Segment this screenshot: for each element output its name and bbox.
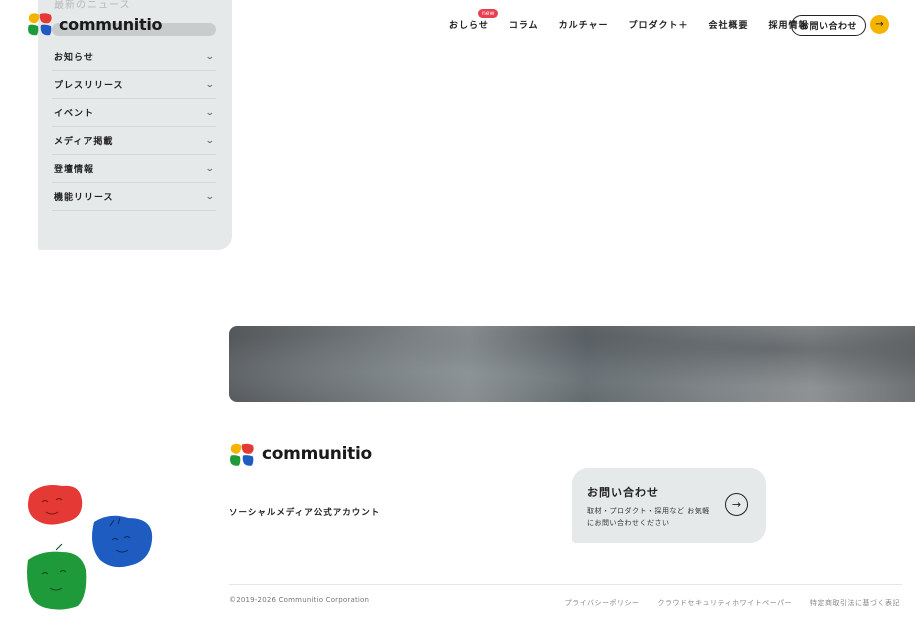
logo-mark-icon [230, 443, 254, 466]
blue-mascot-icon [92, 515, 153, 568]
social-accounts-label: ソーシャルメディア公式アカウント [229, 508, 381, 518]
sidebar-item-label: メディア掲載 [54, 137, 114, 147]
chevron-down-icon: ⌄ [205, 163, 216, 174]
footer-link-security-whitepaper[interactable]: クラウドセキュリティホワイトペーパー [657, 598, 792, 608]
contact-card[interactable]: お問い合わせ 取材・プロダクト・採用など お気軽にお問い合わせください → [572, 468, 766, 543]
sidebar-item-label: お知らせ [54, 53, 94, 63]
contact-card-description: 取材・プロダクト・採用など お気軽にお問い合わせください [587, 507, 710, 527]
sidebar-item-label: プレスリリース [54, 81, 124, 91]
arrow-right-icon[interactable]: → [870, 15, 889, 34]
hero-banner-image [229, 326, 915, 402]
sidebar-item-event[interactable]: イベント ⌄ [52, 99, 216, 127]
sidebar-item-label: 機能リリース [54, 193, 114, 203]
footer-link-commercial-law[interactable]: 特定商取引法に基づく表記 [810, 598, 900, 608]
green-mascot-icon [27, 543, 87, 610]
footer-logo[interactable]: communitio [229, 441, 372, 467]
footer-links: プライバシーポリシー クラウドセキュリティホワイトペーパー 特定商取引法に基づく… [547, 598, 900, 608]
sidebar-menu: お知らせ ⌄ プレスリリース ⌄ イベント ⌄ メディア掲載 ⌄ 登壇情報 ⌄ … [52, 43, 216, 211]
nav-oshirase[interactable]: おしらせ new [449, 9, 499, 31]
sidebar-item-feature-release[interactable]: 機能リリース ⌄ [52, 183, 216, 211]
main-nav: おしらせ new コラム カルチャー プロダクト＋ 会社概要 採用情報 [449, 9, 829, 31]
banner-shade [229, 326, 915, 402]
footer-link-privacy[interactable]: プライバシーポリシー [565, 598, 640, 608]
nav-column[interactable]: コラム [509, 18, 539, 31]
nav-culture[interactable]: カルチャー [559, 18, 609, 31]
sidebar-item-media[interactable]: メディア掲載 ⌄ [52, 127, 216, 155]
site-logo[interactable]: communitio [27, 12, 163, 36]
red-mascot-icon [28, 485, 83, 525]
chevron-down-icon: ⌄ [205, 79, 216, 90]
arrow-right-circle-icon[interactable]: → [725, 493, 748, 516]
site-header: communitio おしらせ new コラム カルチャー プロダクト＋ 会社概… [0, 0, 915, 48]
footer-divider [229, 584, 902, 585]
chevron-down-icon: ⌄ [205, 135, 216, 146]
chevron-down-icon: ⌄ [205, 51, 216, 62]
chevron-down-icon: ⌄ [205, 191, 216, 202]
chevron-down-icon: ⌄ [205, 107, 216, 118]
copyright-text: ©2019-2026 Communitio Corporation [229, 596, 370, 604]
sidebar-item-label: 登壇情報 [54, 165, 95, 175]
contact-button[interactable]: お問い合わせ [791, 15, 866, 36]
footer-logo-wordmark: communitio [262, 444, 372, 464]
nav-label: おしらせ [449, 21, 489, 31]
mascot-illustration [27, 485, 153, 610]
nav-company[interactable]: 会社概要 [709, 18, 749, 31]
logo-wordmark: communitio [59, 14, 163, 34]
logo-mark-icon [28, 13, 52, 36]
sidebar-item-press-release[interactable]: プレスリリース ⌄ [52, 71, 216, 99]
sidebar-item-label: イベント [54, 109, 95, 119]
contact-card-title: お問い合わせ [587, 486, 659, 499]
new-badge: new [478, 9, 499, 18]
nav-product[interactable]: プロダクト＋ [628, 18, 688, 31]
sidebar-item-speaking[interactable]: 登壇情報 ⌄ [52, 155, 216, 183]
